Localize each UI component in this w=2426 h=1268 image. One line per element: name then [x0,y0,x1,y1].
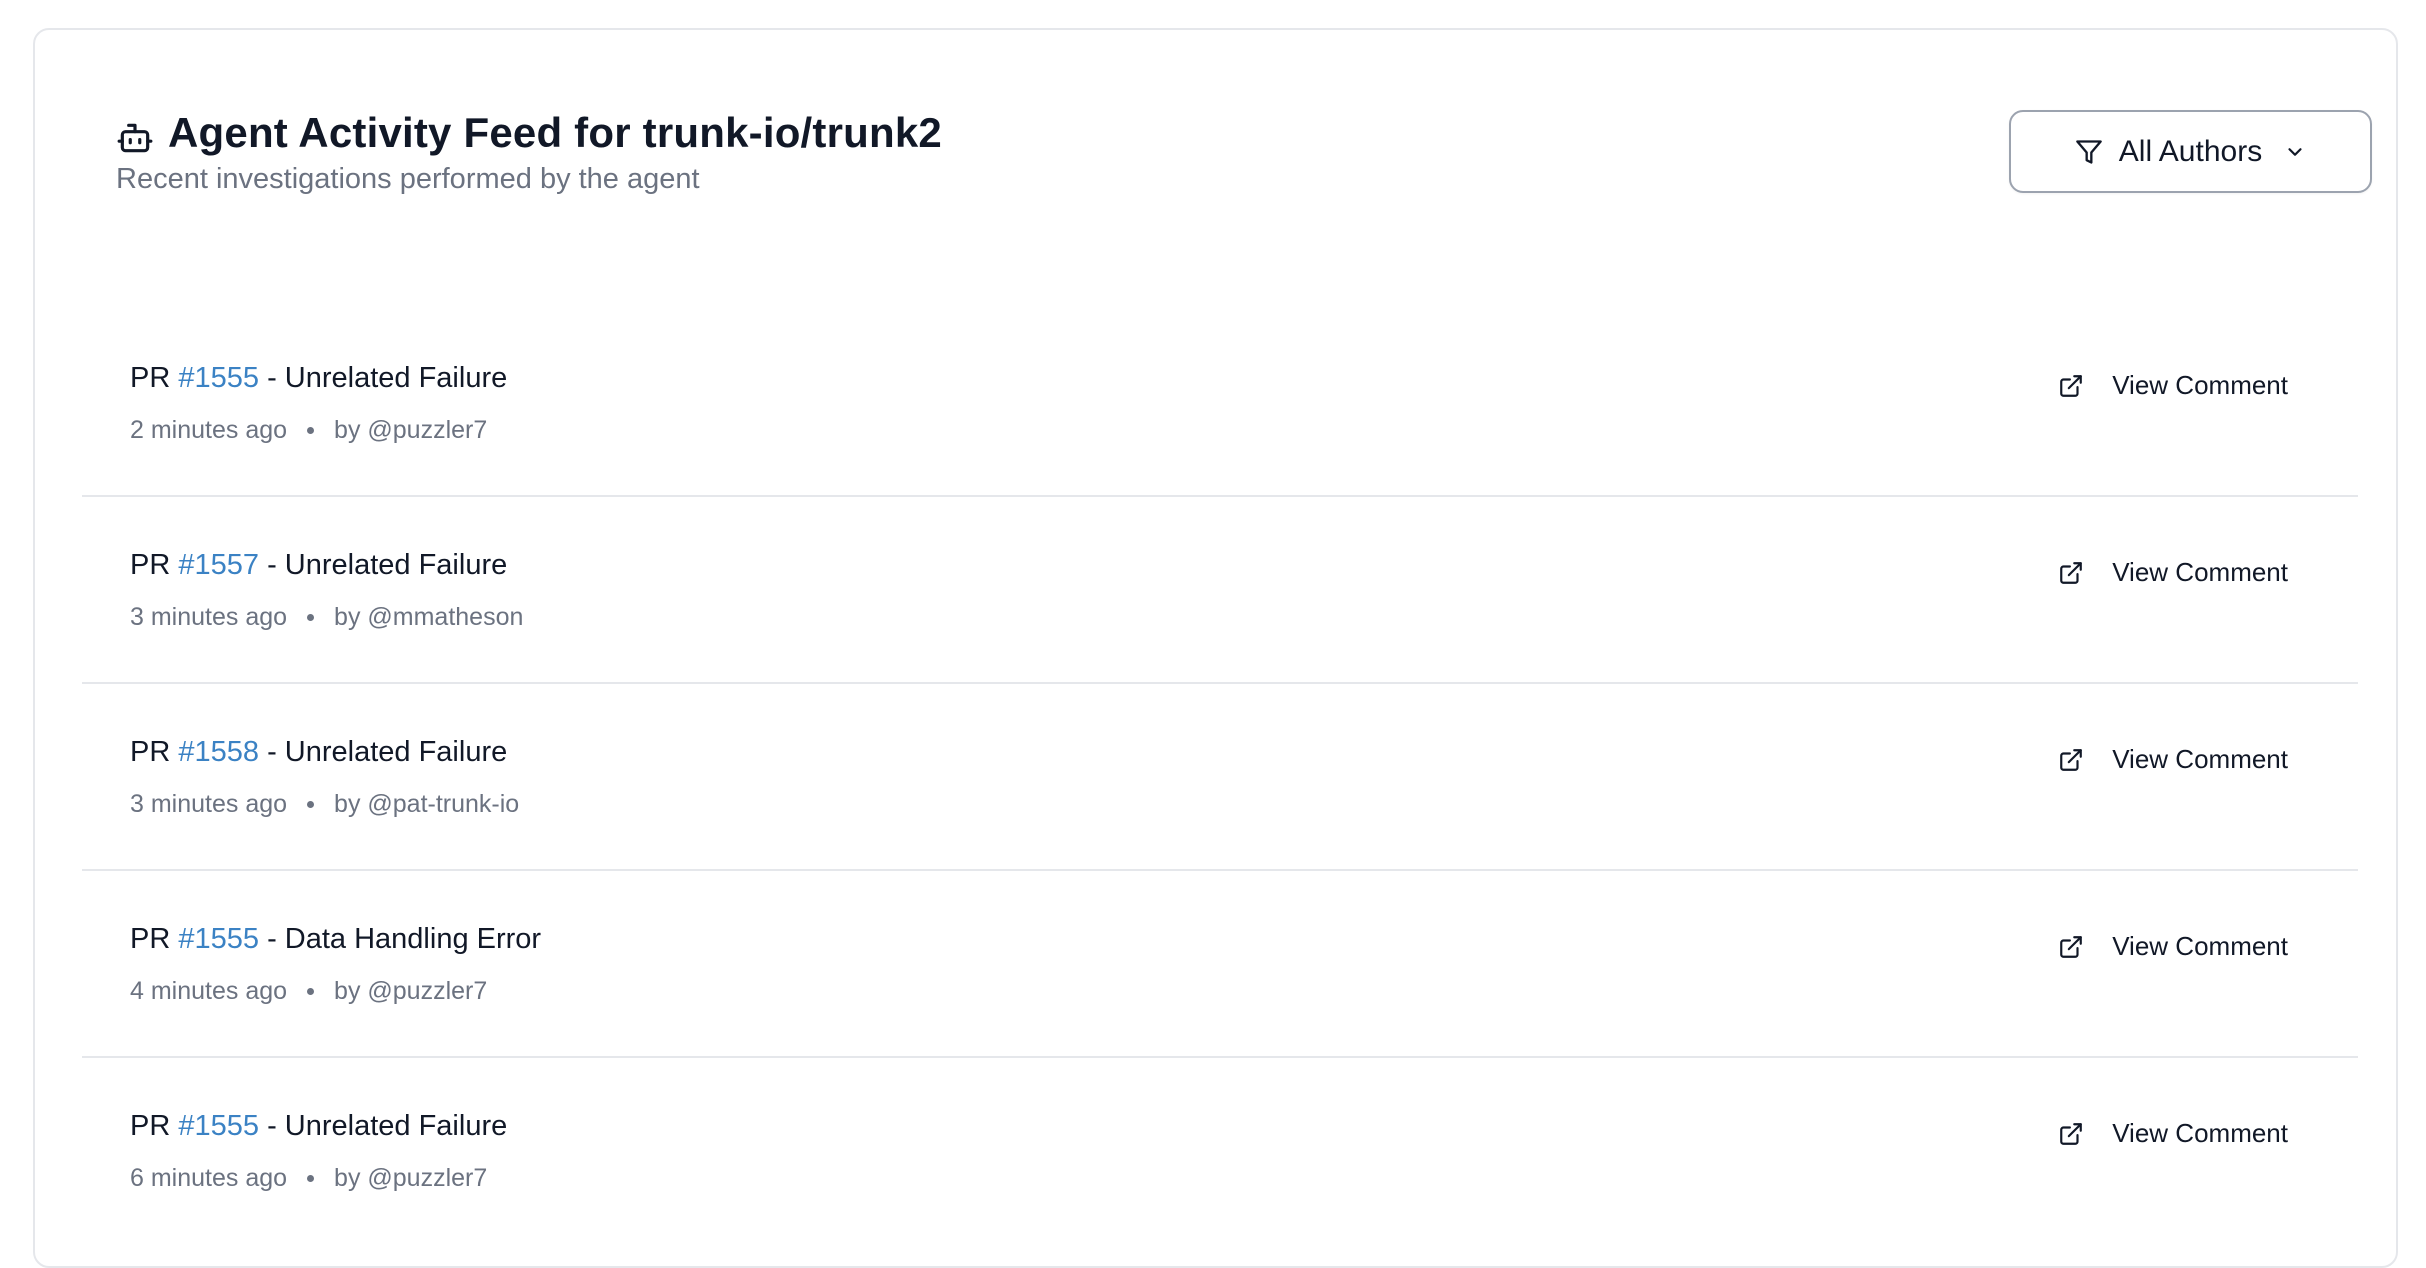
item-title: PR #1555 - Unrelated Failure [130,1110,507,1143]
item-author: by @puzzler7 [334,977,488,1005]
item-author: by @pat-trunk-io [334,790,520,818]
item-time: 6 minutes ago [130,1164,288,1192]
pr-prefix: PR [130,923,171,955]
view-comment-label: View Comment [2112,744,2288,774]
robot-icon [116,119,154,157]
view-comment-label: View Comment [2112,557,2288,587]
page-title: Agent Activity Feed for trunk-io/trunk2 [168,109,942,156]
pr-link[interactable]: #1558 [178,736,259,768]
filter-icon [2075,138,2103,166]
pr-prefix: PR [130,362,171,394]
view-comment-label: View Comment [2112,931,2288,961]
item-meta: 3 minutes ago by @mmatheson [130,603,523,632]
item-status: - Unrelated Failure [267,549,508,581]
item-status: - Unrelated Failure [267,1110,508,1142]
separator-dot [307,988,315,995]
page-subtitle: Recent investigations performed by the a… [116,163,700,195]
view-comment-label: View Comment [2112,370,2288,400]
author-filter-button[interactable]: All Authors [2009,110,2372,193]
pr-prefix: PR [130,736,171,768]
item-author: by @puzzler7 [334,1164,488,1192]
external-link-icon [2058,1121,2084,1147]
external-link-icon [2058,747,2084,773]
separator-dot [307,801,315,808]
view-comment-button[interactable]: View Comment [2058,744,2288,775]
view-comment-button[interactable]: View Comment [2058,931,2288,962]
separator-dot [307,1175,315,1182]
item-meta: 6 minutes ago by @puzzler7 [130,1164,487,1193]
chevron-down-icon [2284,141,2306,163]
separator-dot [307,427,315,434]
item-author: by @mmatheson [334,603,524,631]
view-comment-button[interactable]: View Comment [2058,370,2288,401]
item-meta: 3 minutes ago by @pat-trunk-io [130,790,519,819]
author-filter-label: All Authors [2118,134,2263,168]
activity-list: PR #1555 - Unrelated Failure 2 minutes a… [82,310,2358,1245]
item-status: - Unrelated Failure [267,736,508,768]
external-link-icon [2058,373,2084,399]
external-link-icon [2058,560,2084,586]
list-item: PR #1555 - Unrelated Failure 2 minutes a… [82,310,2358,497]
item-status: - Data Handling Error [267,923,542,955]
pr-prefix: PR [130,1110,171,1142]
item-status: - Unrelated Failure [267,362,508,394]
item-title: PR #1557 - Unrelated Failure [130,549,507,582]
external-link-icon [2058,934,2084,960]
list-item: PR #1555 - Data Handling Error 4 minutes… [82,871,2358,1058]
list-item: PR #1555 - Unrelated Failure 6 minutes a… [82,1058,2358,1245]
pr-link[interactable]: #1555 [178,362,259,394]
list-item: PR #1557 - Unrelated Failure 3 minutes a… [82,497,2358,684]
item-time: 2 minutes ago [130,416,288,444]
item-time: 3 minutes ago [130,790,288,818]
item-title: PR #1555 - Data Handling Error [130,923,541,956]
item-title: PR #1558 - Unrelated Failure [130,736,507,769]
title-row: Agent Activity Feed for trunk-io/trunk2 [116,104,2316,162]
feed-header: Agent Activity Feed for trunk-io/trunk2 … [116,104,2316,196]
item-title: PR #1555 - Unrelated Failure [130,362,507,395]
pr-prefix: PR [130,549,171,581]
separator-dot [307,614,315,621]
view-comment-label: View Comment [2112,1118,2288,1148]
pr-link[interactable]: #1555 [178,923,259,955]
item-author: by @puzzler7 [334,416,488,444]
list-item: PR #1558 - Unrelated Failure 3 minutes a… [82,684,2358,871]
view-comment-button[interactable]: View Comment [2058,557,2288,588]
item-time: 3 minutes ago [130,603,288,631]
item-meta: 4 minutes ago by @puzzler7 [130,977,487,1006]
pr-link[interactable]: #1555 [178,1110,259,1142]
pr-link[interactable]: #1557 [178,549,259,581]
item-meta: 2 minutes ago by @puzzler7 [130,416,487,445]
view-comment-button[interactable]: View Comment [2058,1118,2288,1149]
item-time: 4 minutes ago [130,977,288,1005]
